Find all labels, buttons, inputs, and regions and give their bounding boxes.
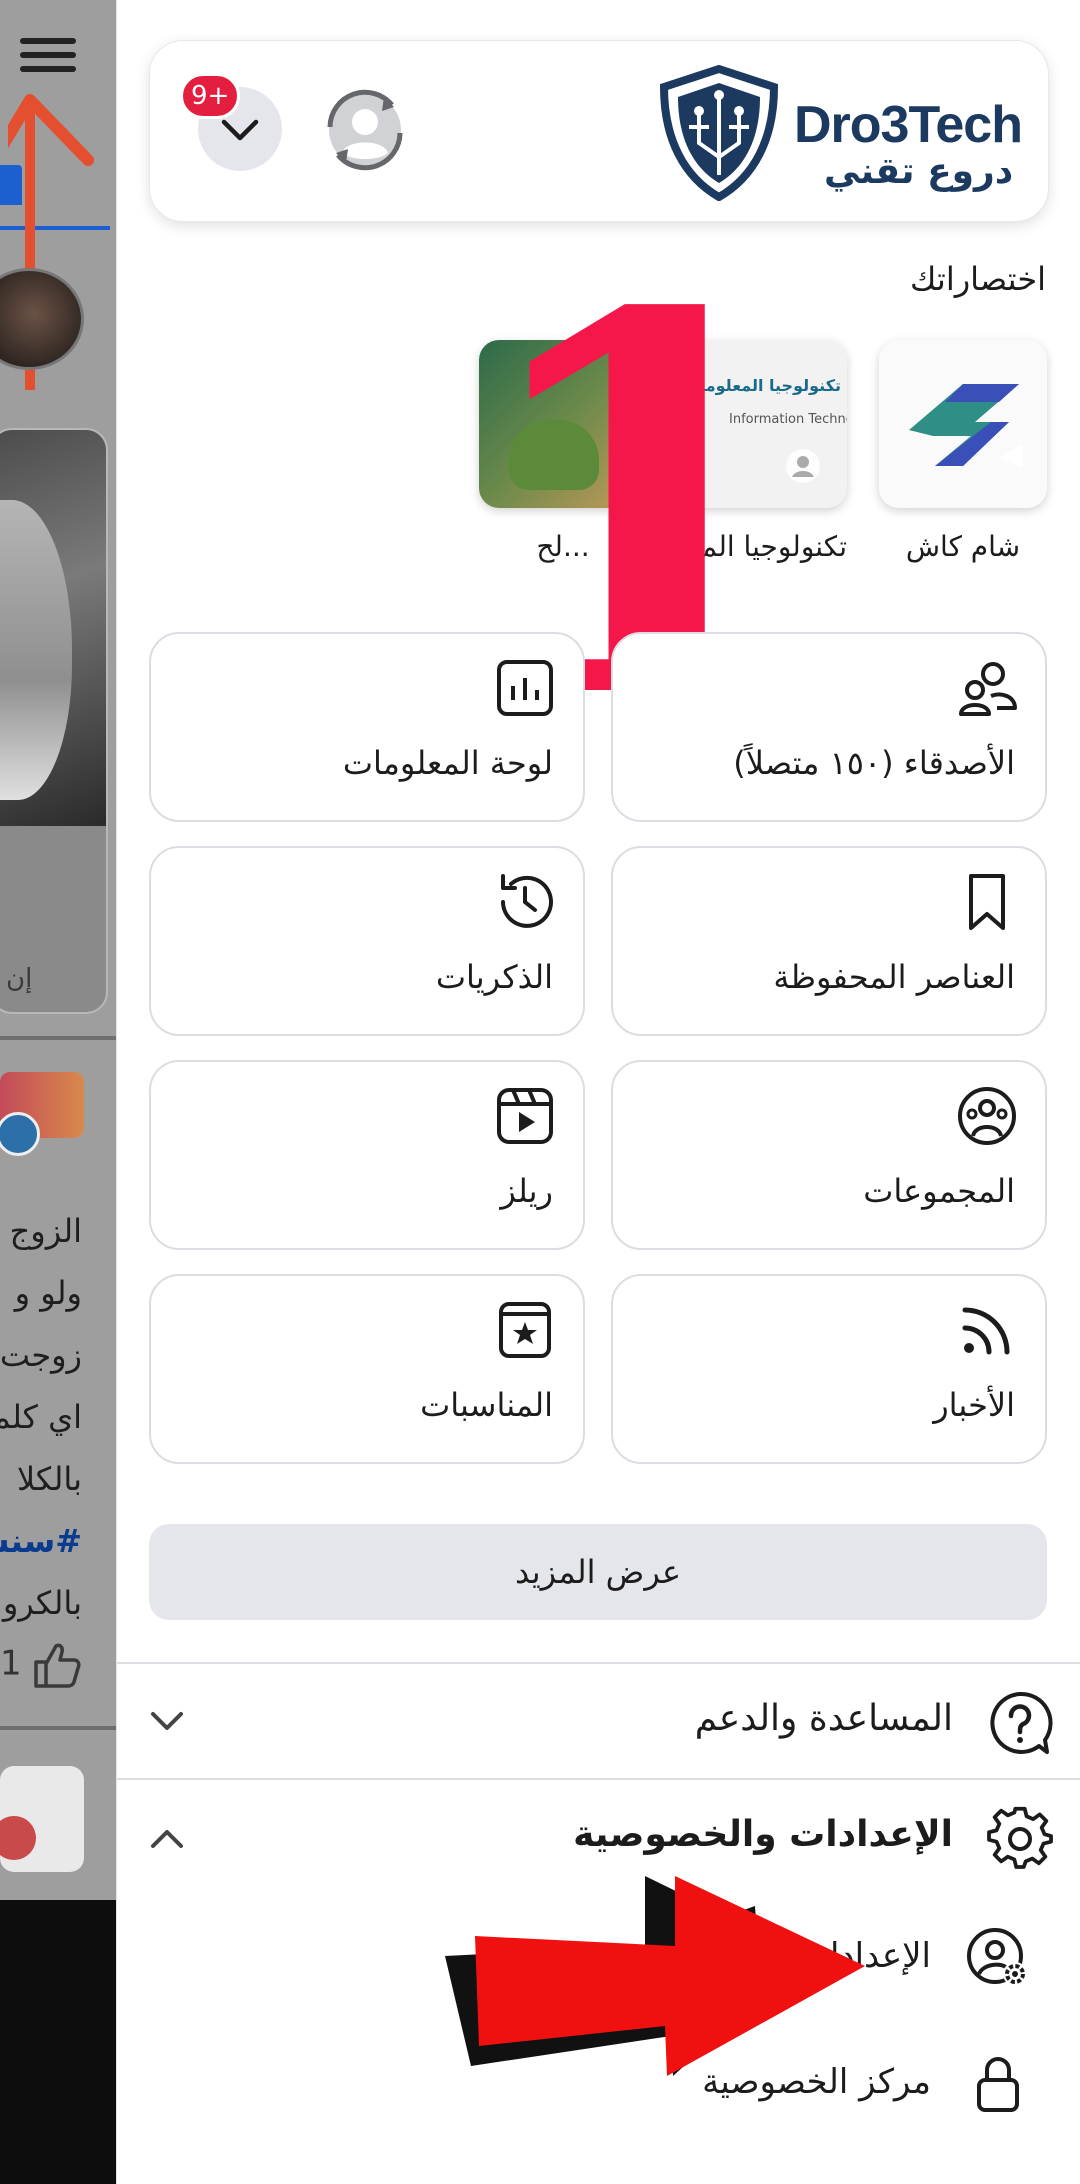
profile-switch-icon[interactable] [322, 87, 408, 173]
tile-feeds[interactable]: الأخبار [611, 1274, 1047, 1464]
sham-cash-logo-icon [879, 340, 1047, 508]
tile-label: لوحة المعلومات [342, 744, 553, 782]
screen: إن الزوج ولو و زوجت اي كلم بالكلا #سنش ب… [0, 0, 1080, 2184]
tile-events[interactable]: المناسبات [149, 1274, 585, 1464]
like-count: 1 [0, 1643, 22, 1684]
settings-privacy-row[interactable]: الإعدادات والخصوصية [117, 1788, 1080, 1888]
post-line: بالكلا [16, 1460, 82, 1498]
logo-text-en: Dro3Tech [794, 96, 1023, 154]
lock-icon [977, 2057, 1019, 2112]
post-line: زوجت [0, 1336, 82, 1374]
row-label: الإعدادات والخصوصية [573, 1814, 953, 1855]
tile-label: الأصدقاء (١٥٠ متصلاً) [733, 744, 1015, 782]
friends-icon [959, 662, 1017, 716]
feeds-icon [962, 1307, 1010, 1355]
see-more-button[interactable]: عرض المزيد [149, 1524, 1047, 1620]
tile-label: الذكريات [435, 958, 553, 996]
story-label: إن [6, 964, 33, 994]
tile-groups[interactable]: المجموعات [611, 1060, 1047, 1250]
groups-icon [958, 1087, 1016, 1145]
shortcut-label: شام كاش [905, 530, 1021, 563]
shortcut-item[interactable]: شام كاش [879, 340, 1047, 563]
divider [0, 1036, 116, 1040]
gear-icon [987, 1806, 1053, 1869]
help-support-row[interactable]: المساعدة والدعم [117, 1672, 1080, 1772]
tile-label: المناسبات [420, 1386, 553, 1424]
tile-friends[interactable]: الأصدقاء (١٥٠ متصلاً) [611, 632, 1047, 822]
tile-memories[interactable]: الذكريات [149, 846, 585, 1036]
post-thumbnail[interactable] [0, 1766, 84, 1872]
row-label: المساعدة والدعم [694, 1698, 953, 1739]
chevron-down-icon [151, 1712, 183, 1730]
thumbs-up-icon [34, 1643, 81, 1688]
background-feed: إن الزوج ولو و زوجت اي كلم بالكلا #سنش ب… [0, 0, 116, 2184]
video-area [0, 1900, 116, 2184]
tile-label: ريلز [500, 1172, 553, 1210]
account-switch-button[interactable]: 9+ [180, 73, 282, 171]
shield-logo-icon [659, 65, 779, 201]
notification-badge: 9+ [180, 73, 241, 119]
help-icon [990, 1691, 1053, 1754]
bookmark-icon [969, 874, 1005, 930]
reels-icon [497, 1088, 553, 1144]
divider [117, 1778, 1080, 1780]
menu-header: 9+ Dro3Tech دروع تقني [149, 40, 1049, 222]
shortcuts-heading: اختصاراتك [909, 260, 1046, 298]
chevron-up-icon [151, 1830, 183, 1848]
menu-panel: 9+ Dro3Tech دروع تقني اختصاراتك شام كاش … [116, 0, 1080, 2184]
tile-reels[interactable]: ريلز [149, 1060, 585, 1250]
post-line: بالكرو [2, 1584, 82, 1622]
post-hashtag[interactable]: #سنش [0, 1510, 82, 1572]
tile-dashboard[interactable]: لوحة المعلومات [149, 632, 585, 822]
divider [0, 1726, 116, 1730]
tile-saved[interactable]: العناصر المحفوظة [611, 846, 1047, 1036]
post-line: الزوج [9, 1212, 82, 1250]
shortcut-thumbnail [879, 340, 1047, 508]
user-settings-icon [967, 1928, 1027, 1986]
post-page-icon [0, 1816, 36, 1860]
events-icon [499, 1302, 551, 1358]
like-button[interactable]: 1 [0, 1642, 82, 1688]
tile-label: المجموعات [863, 1172, 1015, 1210]
tile-label: الأخبار [933, 1386, 1015, 1424]
brand-logo: Dro3Tech دروع تقني [624, 61, 1034, 207]
post-page-icon[interactable] [0, 1112, 40, 1156]
post-line: ولو و [14, 1274, 82, 1312]
annotation-arrow-right-icon [445, 1876, 865, 2076]
divider [117, 1662, 1080, 1664]
post-text: الزوج ولو و زوجت اي كلم بالكلا #سنش بالك… [0, 1200, 116, 1634]
logo-text-ar: دروع تقني [824, 151, 1014, 192]
story-card[interactable]: إن [0, 428, 108, 1014]
tile-label: العناصر المحفوظة [773, 958, 1015, 996]
dashboard-icon [497, 660, 553, 716]
chevron-down-icon [221, 119, 259, 141]
post-line: اي كلم [0, 1398, 82, 1436]
clock-history-icon [501, 874, 553, 928]
